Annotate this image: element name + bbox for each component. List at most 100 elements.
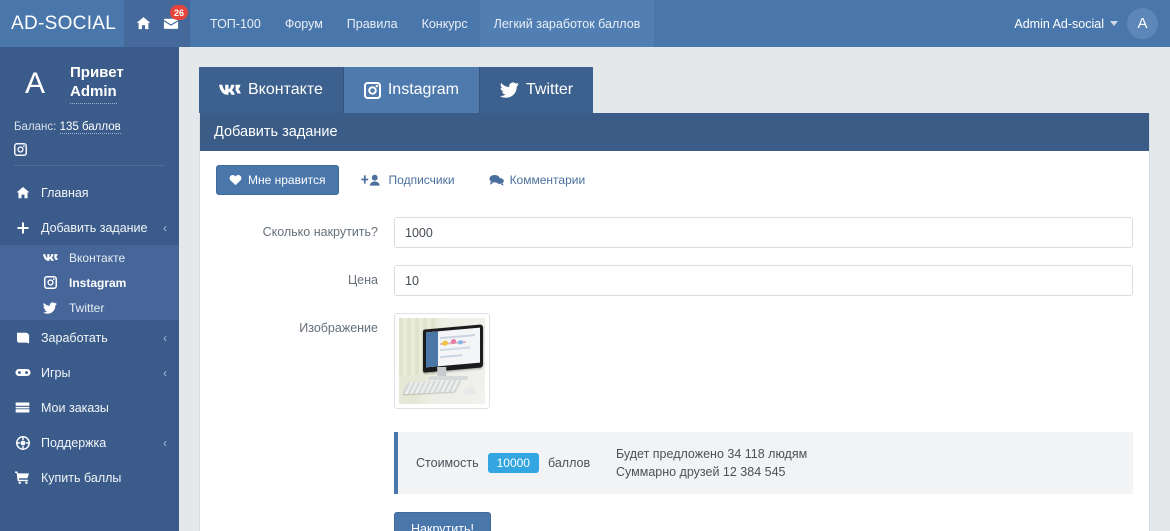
messages-icon-button[interactable]: 26: [157, 0, 189, 47]
sidebar-balance-label: Баланс:: [14, 121, 57, 133]
image-label: Изображение: [299, 321, 378, 335]
cart-icon: [14, 471, 31, 484]
sidebar-item-label: Главная: [41, 185, 89, 200]
submit-button[interactable]: Накрутить!: [394, 512, 491, 531]
task-type-label: Подписчики: [388, 173, 455, 187]
thumb-mouse: [464, 386, 476, 395]
chevron-left-icon: ‹: [163, 435, 167, 450]
twitter-icon: [42, 301, 58, 314]
form-row-cost: Стоимость 10000 баллов Будет предложено …: [216, 426, 1133, 531]
price-label: Цена: [347, 273, 378, 287]
avatar[interactable]: A: [1127, 8, 1158, 39]
amount-input[interactable]: [394, 217, 1133, 248]
add-task-panel: Добавить задание Мне нравится Подписчики…: [199, 113, 1150, 531]
sidebar-balance-value[interactable]: 135 баллов: [59, 121, 121, 134]
panel-title: Добавить задание: [200, 113, 1149, 151]
sidebar-menu: Главная Добавить задание ‹ Вконтакте Ins…: [0, 175, 179, 495]
sidebar-item-vkontakte[interactable]: Вконтакте: [0, 245, 179, 270]
image-thumbnail[interactable]: [394, 313, 490, 409]
thumb-screen-line: [440, 333, 475, 339]
cost-control: Стоимость 10000 баллов Будет предложено …: [394, 426, 1133, 531]
sidebar-subitem-label: Вконтакте: [69, 250, 126, 265]
thumb-screen-dot: [458, 339, 463, 344]
lifebuoy-icon: [14, 435, 31, 450]
chevron-left-icon: ‹: [163, 220, 167, 235]
book-icon: [14, 332, 31, 344]
sidebar-item-games[interactable]: Игры ‹: [0, 355, 179, 390]
form-row-price: Цена: [216, 265, 1133, 296]
sidebar-username[interactable]: Admin: [70, 83, 117, 104]
dice-icon: [14, 368, 31, 377]
user-name-text: Admin Ad-social: [1014, 16, 1104, 31]
nav-link-easy-earnings[interactable]: Легкий заработок баллов: [479, 0, 655, 47]
sidebar-item-label: Поддержка: [41, 435, 107, 450]
task-type-label: Комментарии: [509, 173, 586, 187]
sidebar-item-label: Добавить задание: [41, 220, 148, 235]
sidebar-item-instagram[interactable]: Instagram: [0, 270, 179, 295]
sidebar-user-block: A Привет Admin: [0, 47, 179, 117]
nav-link-rules[interactable]: Правила: [335, 0, 410, 47]
sidebar-item-label: Игры: [41, 365, 71, 380]
add-task-form: Сколько накрутить? Цена Изображение: [216, 217, 1133, 531]
plus-icon: [14, 222, 31, 234]
nav-link-top100[interactable]: ТОП-100: [198, 0, 273, 47]
sidebar-item-support[interactable]: Поддержка ‹: [0, 425, 179, 460]
home-icon-button[interactable]: [130, 0, 157, 47]
main-content: Вконтакте Instagram Twitter Добавить зад…: [179, 47, 1170, 531]
form-row-amount: Сколько накрутить?: [216, 217, 1133, 248]
network-tabs: Вконтакте Instagram Twitter: [199, 67, 1150, 113]
sidebar-item-label: Мои заказы: [41, 400, 109, 415]
sidebar-subitem-label: Twitter: [69, 300, 105, 315]
task-type-likes[interactable]: Мне нравится: [216, 165, 339, 195]
list-icon: [14, 402, 31, 413]
cost-line-offered: Будет предложено 34 118 людям: [616, 447, 808, 461]
home-icon: [136, 16, 151, 31]
tab-vkontakte[interactable]: Вконтакте: [199, 67, 344, 113]
cost-right: Будет предложено 34 118 людям Суммарно д…: [616, 445, 807, 481]
vk-icon: [219, 84, 241, 97]
user-menu[interactable]: Admin Ad-social A: [1014, 0, 1170, 47]
sidebar-item-label: Купить баллы: [41, 470, 122, 485]
thumb-keyboard: [402, 379, 462, 395]
thumb-screen: [426, 327, 481, 368]
sidebar-avatar[interactable]: A: [12, 61, 58, 107]
price-control: [394, 265, 1133, 296]
instagram-icon[interactable]: [14, 143, 151, 156]
cost-suffix: баллов: [547, 456, 591, 471]
instagram-icon: [363, 81, 381, 99]
sidebar-item-buy-points[interactable]: Купить баллы: [0, 460, 179, 495]
sidebar: A Привет Admin Баланс: 135 баллов Главна…: [0, 47, 179, 531]
thumb-screen-line: [440, 353, 462, 358]
cost-line-friends: Суммарно друзей 12 384 545: [616, 465, 786, 480]
cost-spacer: [216, 426, 394, 434]
thumb-screen-line: [440, 346, 471, 352]
sidebar-item-twitter[interactable]: Twitter: [0, 295, 179, 320]
tab-label: Instagram: [387, 81, 459, 98]
thumb-monitor: [423, 323, 484, 373]
tab-label: Вконтакте: [248, 81, 323, 98]
tab-label: Twitter: [526, 81, 574, 98]
task-type-followers[interactable]: Подписчики: [349, 166, 467, 194]
messages-badge: 26: [170, 5, 189, 20]
cost-prefix: Стоимость: [416, 456, 479, 471]
thumb-screen-dot: [450, 338, 456, 344]
sidebar-social-row: [14, 133, 165, 166]
sidebar-item-earn[interactable]: Заработать ‹: [0, 320, 179, 355]
price-input[interactable]: [394, 265, 1133, 296]
heart-icon: [229, 174, 242, 186]
tab-twitter[interactable]: Twitter: [480, 67, 594, 113]
nav-link-forum[interactable]: Форум: [273, 0, 335, 47]
comments-icon: [488, 174, 504, 186]
task-type-tabs: Мне нравится Подписчики Комментарии: [216, 165, 1133, 195]
sidebar-item-home[interactable]: Главная: [0, 175, 179, 210]
nav-link-contest[interactable]: Конкурс: [410, 0, 480, 47]
brand-logo[interactable]: AD-SOCIAL: [0, 0, 124, 47]
sidebar-submenu-add-task: Вконтакте Instagram Twitter: [0, 245, 179, 320]
nav-icon-group: 26: [124, 0, 190, 47]
tab-instagram[interactable]: Instagram: [343, 67, 480, 113]
task-type-comments[interactable]: Комментарии: [477, 166, 598, 194]
sidebar-item-add-task[interactable]: Добавить задание ‹: [0, 210, 179, 245]
vk-icon: [42, 253, 58, 263]
user-menu-label: Admin Ad-social: [1014, 17, 1118, 31]
sidebar-item-my-orders[interactable]: Мои заказы: [0, 390, 179, 425]
